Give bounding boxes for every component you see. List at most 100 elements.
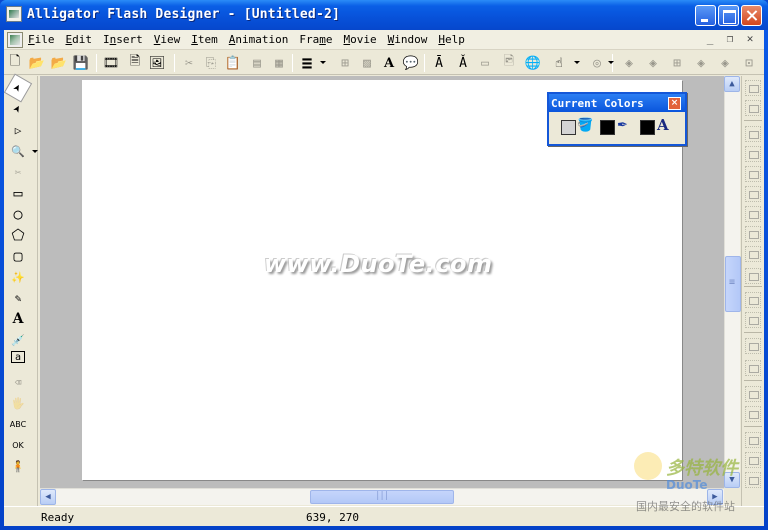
frame-grid-icon[interactable]: ⊞: [668, 54, 686, 72]
eyedropper-icon[interactable]: 💉: [7, 330, 29, 350]
export-swf-icon[interactable]: 🎞: [102, 54, 120, 72]
edit-field-icon[interactable]: a: [11, 351, 25, 363]
frame-export-icon[interactable]: ⊡: [740, 54, 758, 72]
comment-icon[interactable]: 💬: [402, 54, 420, 72]
sprite-icon[interactable]: 🧍: [7, 456, 29, 476]
fill-icon[interactable]: ▨: [358, 54, 376, 72]
menu-animation[interactable]: Animation: [229, 33, 289, 47]
zoom-dropdown-arrow-icon[interactable]: [32, 150, 38, 153]
open-green-icon[interactable]: 📂: [50, 54, 68, 72]
mdi-restore-button[interactable]: ❐: [724, 32, 736, 45]
align-vcenter-icon[interactable]: [745, 186, 761, 202]
rectangle-fill-icon[interactable]: ▭: [476, 54, 494, 72]
preview-icon[interactable]: 🖼: [148, 54, 166, 72]
scroll-right-button[interactable]: ▶: [707, 489, 723, 505]
frame-first-icon[interactable]: ◈: [620, 54, 638, 72]
text-effect-up-icon[interactable]: Ā: [430, 54, 448, 72]
text-tool-icon[interactable]: A: [7, 309, 29, 329]
ok-button-icon[interactable]: OK: [7, 435, 29, 455]
grid-icon[interactable]: ⊞: [336, 54, 354, 72]
polygon-icon[interactable]: ⬠: [7, 225, 29, 245]
save-icon[interactable]: 💾: [72, 54, 90, 72]
hollow-arrow-icon[interactable]: ▷: [7, 120, 29, 140]
menu-file[interactable]: File: [28, 33, 55, 47]
cut-shape-icon[interactable]: ✂: [7, 162, 29, 182]
bring-front-icon[interactable]: [745, 292, 761, 308]
cut-icon[interactable]: ✂: [180, 54, 198, 72]
magic-wand-icon[interactable]: ✨: [7, 267, 29, 287]
export-html-icon[interactable]: 🗎: [126, 54, 144, 72]
menu-help[interactable]: Help: [438, 33, 465, 47]
image-icon[interactable]: 🖻: [500, 54, 518, 72]
frame-icon[interactable]: [745, 386, 761, 402]
rotate-icon[interactable]: [745, 452, 761, 468]
text-icon[interactable]: A: [380, 54, 398, 72]
maximize-button[interactable]: [718, 5, 739, 26]
text-effect-down-icon[interactable]: Ǎ: [454, 54, 472, 72]
zoom-icon[interactable]: 🔍: [7, 141, 29, 161]
scroll-left-button[interactable]: ◀: [40, 489, 56, 505]
frame-next-icon[interactable]: ◈: [692, 54, 710, 72]
flip-icon[interactable]: [745, 472, 761, 488]
dropdown-arrow-icon[interactable]: [608, 61, 614, 64]
align-top-icon[interactable]: [745, 126, 761, 142]
frame-fit-icon[interactable]: [745, 406, 761, 422]
distribute-h-icon[interactable]: [745, 206, 761, 222]
scale-icon[interactable]: [745, 432, 761, 448]
web-globe-icon[interactable]: 🌐: [524, 54, 542, 72]
text-color-swatch[interactable]: [640, 120, 655, 135]
hand-cursor-icon[interactable]: ☝: [550, 54, 568, 72]
mdi-close-button[interactable]: ✕: [744, 32, 756, 45]
menu-item[interactable]: Item: [191, 33, 218, 47]
clone-icon[interactable]: ▦: [270, 54, 288, 72]
align-hcenter-icon[interactable]: [745, 166, 761, 182]
rounded-rect-icon[interactable]: ▢: [7, 246, 29, 266]
same-width-icon[interactable]: [745, 246, 761, 262]
paint-bucket-icon[interactable]: 🖐: [7, 393, 29, 413]
eraser-icon[interactable]: ⌫: [7, 372, 29, 392]
menu-view[interactable]: View: [154, 33, 181, 47]
minimize-button[interactable]: [695, 5, 716, 26]
distribute-v-icon[interactable]: [745, 226, 761, 242]
frame-prev-icon[interactable]: ◈: [644, 54, 662, 72]
frame-last-icon[interactable]: ◈: [716, 54, 734, 72]
vertical-scrollbar[interactable]: ▲ ▼: [724, 76, 741, 488]
same-height-icon[interactable]: [745, 268, 761, 284]
paste-icon[interactable]: 📋: [224, 54, 242, 72]
scroll-up-button[interactable]: ▲: [724, 76, 740, 92]
menu-edit[interactable]: Edit: [66, 33, 93, 47]
horizontal-scrollbar[interactable]: ◀ ▶: [40, 488, 724, 505]
line-color-swatch[interactable]: [600, 120, 615, 135]
rectangle-icon[interactable]: ▭: [7, 183, 29, 203]
horizontal-scroll-thumb[interactable]: [310, 490, 454, 504]
line-width-icon[interactable]: ≡: [298, 53, 316, 74]
copy-icon[interactable]: ⎘: [202, 54, 220, 72]
paste-special-icon[interactable]: ▤: [248, 54, 266, 72]
menu-window[interactable]: Window: [388, 33, 428, 47]
menu-frame[interactable]: Frame: [299, 33, 332, 47]
fill-color-swatch[interactable]: [561, 120, 576, 135]
sound-icon[interactable]: ◎: [588, 54, 606, 72]
mdi-minimize-button[interactable]: _: [704, 32, 716, 45]
new-icon[interactable]: 🗋: [6, 54, 24, 72]
title-bar[interactable]: Alligator Flash Designer - [Untitled-2]: [0, 0, 768, 30]
menu-insert[interactable]: Insert: [103, 33, 143, 47]
panel-title-bar[interactable]: Current Colors ×: [549, 94, 685, 112]
panel-close-button[interactable]: ×: [668, 97, 681, 110]
ungroup-icon[interactable]: [745, 360, 761, 376]
dropdown-arrow-icon[interactable]: [574, 61, 580, 64]
group-icon[interactable]: [745, 338, 761, 354]
send-back-icon[interactable]: [745, 312, 761, 328]
pencil-icon[interactable]: ✎: [7, 288, 29, 308]
dropdown-arrow-icon[interactable]: [320, 61, 326, 64]
align-right-icon[interactable]: [745, 100, 761, 116]
vertical-scroll-thumb[interactable]: [725, 256, 741, 312]
app-icon[interactable]: [6, 6, 22, 22]
open-icon[interactable]: 📂: [28, 54, 46, 72]
close-button[interactable]: [741, 5, 762, 26]
scroll-down-button[interactable]: ▼: [724, 472, 740, 488]
align-bottom-icon[interactable]: [745, 146, 761, 162]
menu-movie[interactable]: Movie: [343, 33, 376, 47]
ellipse-icon[interactable]: ○: [7, 204, 29, 224]
abc-text-icon[interactable]: ABC: [7, 414, 29, 434]
